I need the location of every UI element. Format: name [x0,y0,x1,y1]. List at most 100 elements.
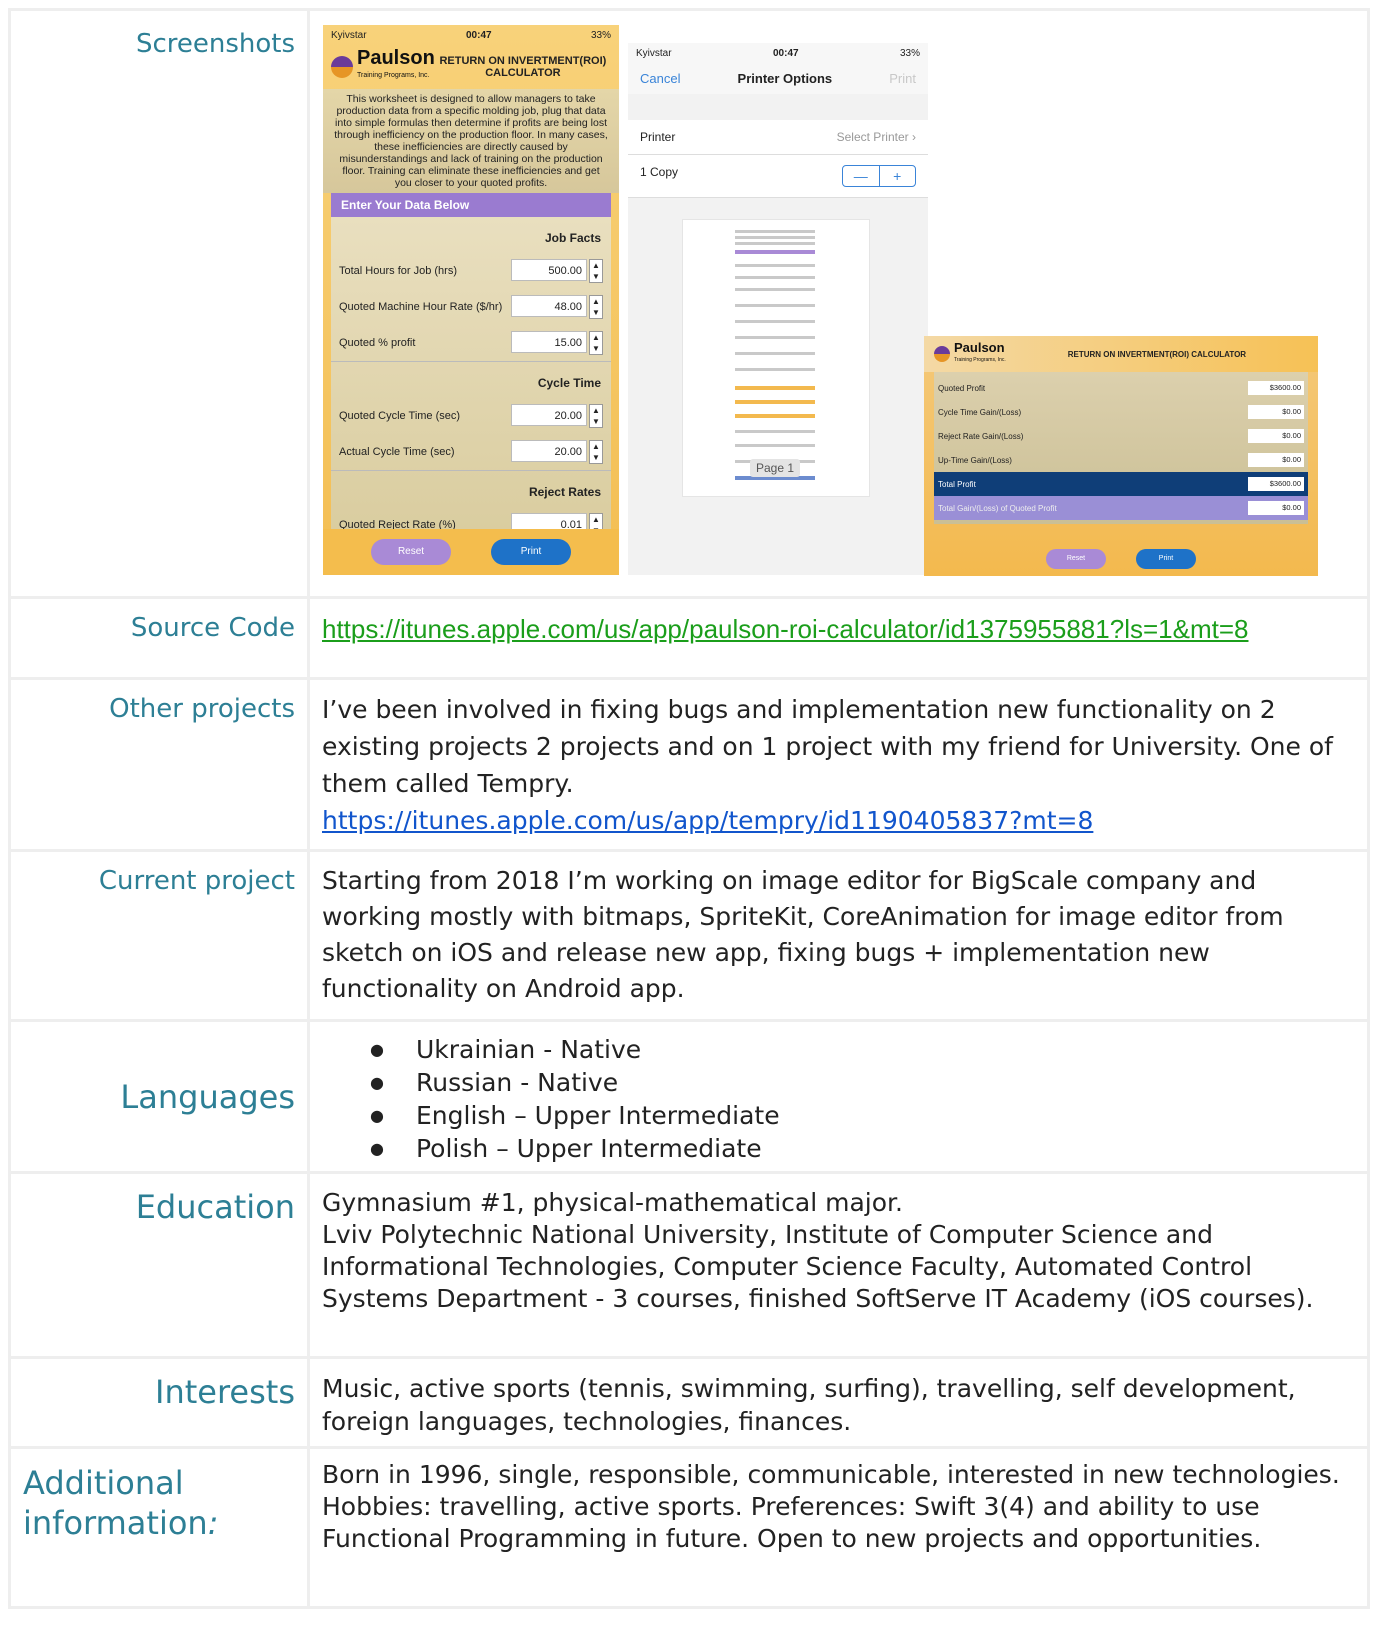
total-hours-input[interactable]: 500.00 [511,259,587,281]
stepper-icon[interactable]: ▲▼ [589,331,603,355]
screenshot-roi-results[interactable]: Paulson Training Programs, Inc. RETURN ON… [924,336,1318,576]
tablet-header: Paulson Training Programs, Inc. RETURN ON… [924,336,1318,372]
print-button[interactable]: Print [889,71,916,86]
field-label: Actual Cycle Time (sec) [339,446,455,458]
stepper-icon[interactable]: ▲▼ [589,259,603,283]
chevron-right-icon: › [912,130,916,144]
carrier-text: Kyivstar [636,47,672,59]
result-row: Reject Rate Gain/(Loss) $0.00 [934,424,1308,448]
brand-text: Paulson [357,47,435,69]
brand-name: Paulson Training Programs, Inc. [954,340,1006,366]
actual-cycle-input[interactable]: 20.00 [511,440,587,462]
plus-icon[interactable]: + [880,166,916,186]
time-text: 00:47 [772,47,799,59]
field-row: Quoted Machine Hour Rate ($/hr) 48.00 ▲ ▼ [331,289,611,325]
battery-text: 33% [590,29,611,41]
status-bar: Kyivstar 00:47 33% [628,43,928,63]
label-languages: Languages [8,1019,310,1174]
quoted-cycle-input[interactable]: 20.00 [511,404,587,426]
result-value: $0.00 [1248,429,1304,443]
tablet-action-bar: Reset Print [924,542,1318,576]
source-code-link[interactable]: https://itunes.apple.com/us/app/paulson-… [322,614,1248,644]
total-profit-row: Total Profit $3600.00 [934,472,1308,496]
print-preview-page [682,219,870,497]
current-project-cell: Starting from 2018 I’m working on image … [307,849,1370,1022]
field-row: Actual Cycle Time (sec) 20.00 ▲ ▼ [331,434,611,470]
tempry-link[interactable]: https://itunes.apple.com/us/app/tempry/i… [322,806,1093,835]
paulson-logo-icon [331,56,353,78]
label-education-text: Education [135,1188,295,1226]
result-label: Quoted Profit [938,383,986,393]
languages-cell: Ukrainian - Native Russian - Native Engl… [307,1019,1370,1174]
result-value: $0.00 [1248,405,1304,419]
current-project-text: Starting from 2018 I’m working on image … [322,866,1284,1003]
education-cell: Gymnasium #1, physical-mathematical majo… [307,1171,1370,1359]
interests-text: Music, active sports (tennis, swimming, … [322,1374,1296,1436]
status-bar: Kyivstar 00:47 33% [323,25,619,45]
field-label: Quoted % profit [339,337,416,349]
source-code-cell: https://itunes.apple.com/us/app/paulson-… [307,596,1370,680]
label-interests-text: Interests [155,1373,295,1411]
row-interests: Interests Music, active sports (tennis, … [8,1356,1370,1449]
field-row: Quoted Cycle Time (sec) 20.00 ▲ ▼ [331,398,611,434]
stepper-icon[interactable]: ▲▼ [589,295,603,319]
result-label: Up-Time Gain/(Loss) [938,455,1012,465]
result-row: Cycle Time Gain/(Loss) $0.00 [934,400,1308,424]
label-additional-info: Additional information: [8,1446,310,1609]
languages-list: Ukrainian - Native Russian - Native Engl… [322,1033,1355,1165]
field-row: Total Hours for Job (hrs) 500.00 ▲ ▼ [331,253,611,289]
print-button[interactable]: Print [1136,549,1196,569]
screenshots-gallery: Kyivstar 00:47 33% Paulson Training Progr… [310,11,1367,596]
language-item: English – Upper Intermediate [370,1099,1355,1132]
brand-text: Paulson [954,340,1005,355]
enter-data-bar: Enter Your Data Below [331,193,611,217]
copies-label: 1 Copy [640,165,679,179]
label-additional-info-text: Additional information [23,1464,208,1542]
additional-info-cell: Born in 1996, single, responsible, commu… [307,1446,1370,1609]
reset-button[interactable]: Reset [1046,549,1106,569]
field-label: Quoted Cycle Time (sec) [339,410,461,422]
profit-input[interactable]: 15.00 [511,331,587,353]
nav-bar: Cancel Printer Options Print [628,63,928,94]
machine-rate-input[interactable]: 48.00 [511,295,587,317]
result-value: $0.00 [1248,501,1304,515]
results-panel: Quoted Profit $3600.00 Cycle Time Gain/(L… [934,372,1308,524]
printer-label: Printer [640,130,676,144]
screenshot-printer-options[interactable]: Kyivstar 00:47 33% Cancel Printer Option… [628,43,928,575]
brand-name: Paulson Training Programs, Inc. [357,47,435,85]
result-label: Total Profit [938,479,976,489]
minus-icon[interactable]: — [843,166,880,186]
print-button[interactable]: Print [491,539,571,565]
label-current-project-text: Current project [98,866,295,896]
education-line-2: Lviv Polytechnic National University, In… [322,1220,1314,1313]
carrier-text: Kyivstar [331,29,367,41]
other-projects-cell: I’ve been involved in fixing bugs and im… [307,677,1370,852]
row-screenshots: Screenshots Kyivstar 00:47 33% Paulson Tr… [8,8,1370,599]
nav-title: Printer Options [737,71,833,86]
result-value: $3600.00 [1248,477,1304,491]
label-languages-text: Languages [120,1077,295,1116]
result-label: Cycle Time Gain/(Loss) [938,407,1022,417]
stepper-icon[interactable]: ▲▼ [589,440,603,464]
printer-row[interactable]: Printer Select Printer › [628,120,928,155]
result-row: Quoted Profit $3600.00 [934,376,1308,400]
cancel-button[interactable]: Cancel [640,71,680,86]
label-screenshots-text: Screenshots [135,29,295,59]
data-form: Job Facts Total Hours for Job (hrs) 500.0… [331,217,611,549]
field-label: Quoted Machine Hour Rate ($/hr) [339,301,503,313]
label-source-code: Source Code [8,596,310,680]
section-cycle-time: Cycle Time [331,361,611,398]
result-label: Total Gain/(Loss) of Quoted Profit [938,503,1057,513]
action-bar: Reset Print [323,529,619,575]
brand-sub-text: Training Programs, Inc. [357,72,430,79]
printer-value: Select Printer [836,130,909,144]
label-interests: Interests [8,1356,310,1449]
reset-button[interactable]: Reset [371,539,451,565]
battery-text: 33% [899,47,920,59]
copies-stepper[interactable]: — + [842,165,916,187]
stepper-icon[interactable]: ▲▼ [589,404,603,428]
label-other-projects-text: Other projects [109,694,295,724]
screenshot-roi-calculator[interactable]: Kyivstar 00:47 33% Paulson Training Progr… [323,25,619,575]
label-other-projects: Other projects [8,677,310,852]
language-item: Russian - Native [370,1066,1355,1099]
